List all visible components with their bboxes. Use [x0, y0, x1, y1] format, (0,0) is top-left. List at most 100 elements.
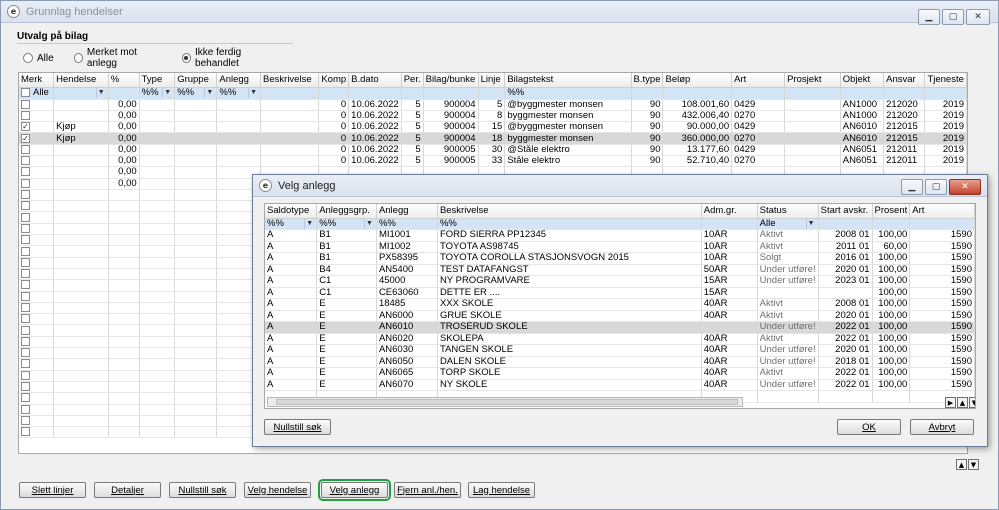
- checkbox-icon[interactable]: [21, 212, 30, 222]
- delete-lines-button[interactable]: Slett linjer: [19, 482, 86, 498]
- table-row[interactable]: A C1 CE63060 DETTE ER .... 15ÅR 100,00 1590: [265, 287, 975, 299]
- column-header[interactable]: Prosjekt: [784, 73, 841, 88]
- filter-cell[interactable]: [423, 87, 479, 100]
- checkbox-icon[interactable]: [21, 291, 30, 301]
- column-header[interactable]: Anlegg: [376, 204, 438, 219]
- checkbox-icon[interactable]: [21, 382, 30, 392]
- column-header[interactable]: Gruppe: [174, 73, 218, 88]
- scroll-down-button[interactable]: ▼: [968, 459, 979, 470]
- filter-cell[interactable]: ▼%%: [216, 87, 262, 100]
- checkbox-icon[interactable]: [21, 235, 30, 245]
- create-event-button[interactable]: Lag hendelse: [468, 482, 535, 498]
- table-row[interactable]: ✓ Kjøp 0,00 0 10.06.2022 5 900004 15 @byggmester…: [19, 121, 967, 134]
- table-row[interactable]: A E AN6065 TORP SKOLE 40ÅR Aktivt 2022 01 100,0…: [265, 367, 975, 380]
- table-row[interactable]: 0,00 0 10.06.2022 5 900005 30 @Ståle elektro 90…: [19, 144, 967, 156]
- checkbox-icon[interactable]: [21, 280, 30, 290]
- checkbox-icon[interactable]: [21, 223, 30, 233]
- checkbox-icon[interactable]: [21, 87, 30, 97]
- table-row[interactable]: 0,00 0 10.06.2022 5 900004 8 byggmester monsen…: [19, 110, 967, 123]
- filter-cell[interactable]: [883, 87, 926, 100]
- checkbox-icon[interactable]: [21, 156, 30, 166]
- column-header[interactable]: Beløp: [662, 73, 733, 88]
- dialog-scroll-down-button[interactable]: ▼: [969, 397, 975, 408]
- dropdown-arrow-icon[interactable]: ▼: [204, 88, 214, 98]
- table-row[interactable]: A B1 MI1002 TOYOTA AS98745 10ÅR Aktivt 2011 01…: [265, 241, 975, 253]
- details-button[interactable]: Detaljer: [94, 482, 161, 498]
- table-row[interactable]: A E AN6000 GRUE SKOLE 40ÅR Aktivt 2020 01 100,0…: [265, 310, 975, 322]
- filter-cell[interactable]: %%: [504, 87, 632, 100]
- close-button[interactable]: ✕: [966, 9, 990, 25]
- column-header[interactable]: Status: [757, 204, 819, 219]
- filter-cell[interactable]: [662, 87, 733, 100]
- radio-ikke-ferdig-behandlet[interactable]: Ikke ferdig behandlet: [181, 47, 279, 69]
- dropdown-arrow-icon[interactable]: ▼: [95, 88, 106, 98]
- filter-cell[interactable]: ▼%%: [139, 87, 176, 100]
- filter-cell[interactable]: [631, 87, 664, 100]
- column-header[interactable]: Type: [139, 73, 176, 88]
- filter-cell[interactable]: [108, 87, 140, 100]
- table-row[interactable]: A B1 PX58395 TOYOTA COROLLA STASJONSVOGN 20…: [265, 252, 975, 265]
- column-header[interactable]: Komp: [318, 73, 350, 88]
- checked-checkbox-icon[interactable]: ✓: [21, 122, 30, 132]
- dialog-minimize-button[interactable]: ▁: [901, 179, 923, 195]
- column-header[interactable]: Saldotype: [265, 204, 318, 219]
- column-header[interactable]: Anlegg: [216, 73, 262, 88]
- filter-cell[interactable]: Alle: [19, 87, 55, 100]
- checkbox-icon[interactable]: [21, 336, 30, 346]
- horizontal-scrollbar[interactable]: [267, 397, 743, 407]
- column-header[interactable]: Bilagstekst: [504, 73, 632, 88]
- radio-alle[interactable]: Alle: [23, 47, 54, 69]
- filter-cell[interactable]: ▼ Alle: [757, 218, 819, 230]
- reset-search-button[interactable]: Nullstill søk: [169, 482, 236, 498]
- filter-cell[interactable]: ▼%%: [316, 218, 377, 230]
- column-header[interactable]: Objekt: [840, 73, 885, 88]
- asset-grid[interactable]: Saldotype Anleggsgrp. Anlegg Beskrivelse Adm…: [264, 203, 976, 409]
- choose-event-button[interactable]: Velg hendelse: [244, 482, 311, 498]
- dropdown-arrow-icon[interactable]: ▼: [363, 218, 374, 229]
- column-header[interactable]: Linje: [478, 73, 506, 88]
- filter-cell[interactable]: [318, 87, 350, 100]
- checkbox-icon[interactable]: [21, 359, 30, 369]
- minimize-button[interactable]: ▁: [918, 9, 940, 25]
- checkbox-icon[interactable]: [21, 415, 30, 425]
- column-header[interactable]: Start avskr.: [818, 204, 873, 219]
- table-row[interactable]: A E AN6010 TROSERUD SKOLE Under utføre! 2022 …: [265, 321, 975, 334]
- table-row[interactable]: 0,00 0 10.06.2022 5 900005 33 Ståle elektro 90 5…: [19, 155, 967, 168]
- checkbox-icon[interactable]: [21, 246, 30, 256]
- checked-checkbox-icon[interactable]: ✓: [21, 133, 30, 143]
- filter-cell[interactable]: [348, 87, 402, 100]
- table-row[interactable]: A B4 AN5400 TEST DATAFANGST 50ÅR Under utføre…: [265, 264, 975, 276]
- column-header[interactable]: Beskrivelse: [437, 204, 702, 219]
- checkbox-icon[interactable]: [21, 144, 30, 154]
- filter-cell[interactable]: [818, 218, 873, 230]
- checkbox-icon[interactable]: [21, 404, 30, 414]
- checkbox-icon[interactable]: [21, 302, 30, 312]
- checkbox-icon[interactable]: [21, 178, 30, 188]
- filter-cell[interactable]: %%: [437, 218, 702, 230]
- table-row[interactable]: A E AN6070 NY SKOLE 40ÅR Under utføre! 2022 01…: [265, 379, 975, 391]
- checkbox-icon[interactable]: [21, 201, 30, 211]
- dropdown-arrow-icon[interactable]: ▼: [248, 88, 258, 98]
- checkbox-icon[interactable]: [21, 269, 30, 279]
- checkbox-icon[interactable]: [21, 190, 30, 200]
- table-row[interactable]: A B1 MI1001 FORD SIERRA PP12345 10ÅR Aktivt 20…: [265, 229, 975, 242]
- filter-cell[interactable]: [478, 87, 506, 100]
- column-header[interactable]: Anleggsgrp.: [316, 204, 377, 219]
- checkbox-icon[interactable]: [21, 167, 30, 177]
- table-row[interactable]: A E AN6020 SKOLEPA 40ÅR Aktivt 2022 01 100,00 15…: [265, 333, 975, 345]
- filter-cell[interactable]: [924, 87, 967, 100]
- table-row[interactable]: A E AN6050 DALEN SKOLE 40ÅR Under utføre! 2018…: [265, 356, 975, 368]
- dialog-close-button[interactable]: ✕: [949, 179, 981, 195]
- dialog-reset-search-button[interactable]: Nullstill søk: [264, 419, 331, 435]
- ok-button[interactable]: OK: [837, 419, 901, 435]
- filter-cell[interactable]: ▼%%: [265, 218, 318, 230]
- checkbox-icon[interactable]: [21, 370, 30, 380]
- column-header[interactable]: %: [108, 73, 140, 88]
- table-row[interactable]: A E AN6030 TANGEN SKOLE 40ÅR Under utføre! 202…: [265, 344, 975, 357]
- table-row[interactable]: ✓ Kjøp 0,00 0 10.06.2022 5 900004 18 byggmester …: [19, 132, 967, 145]
- filter-cell[interactable]: %%: [376, 218, 438, 230]
- filter-cell[interactable]: [840, 87, 885, 100]
- column-header[interactable]: B.type: [631, 73, 664, 88]
- column-header[interactable]: Tjeneste: [924, 73, 967, 88]
- filter-cell[interactable]: [701, 218, 758, 230]
